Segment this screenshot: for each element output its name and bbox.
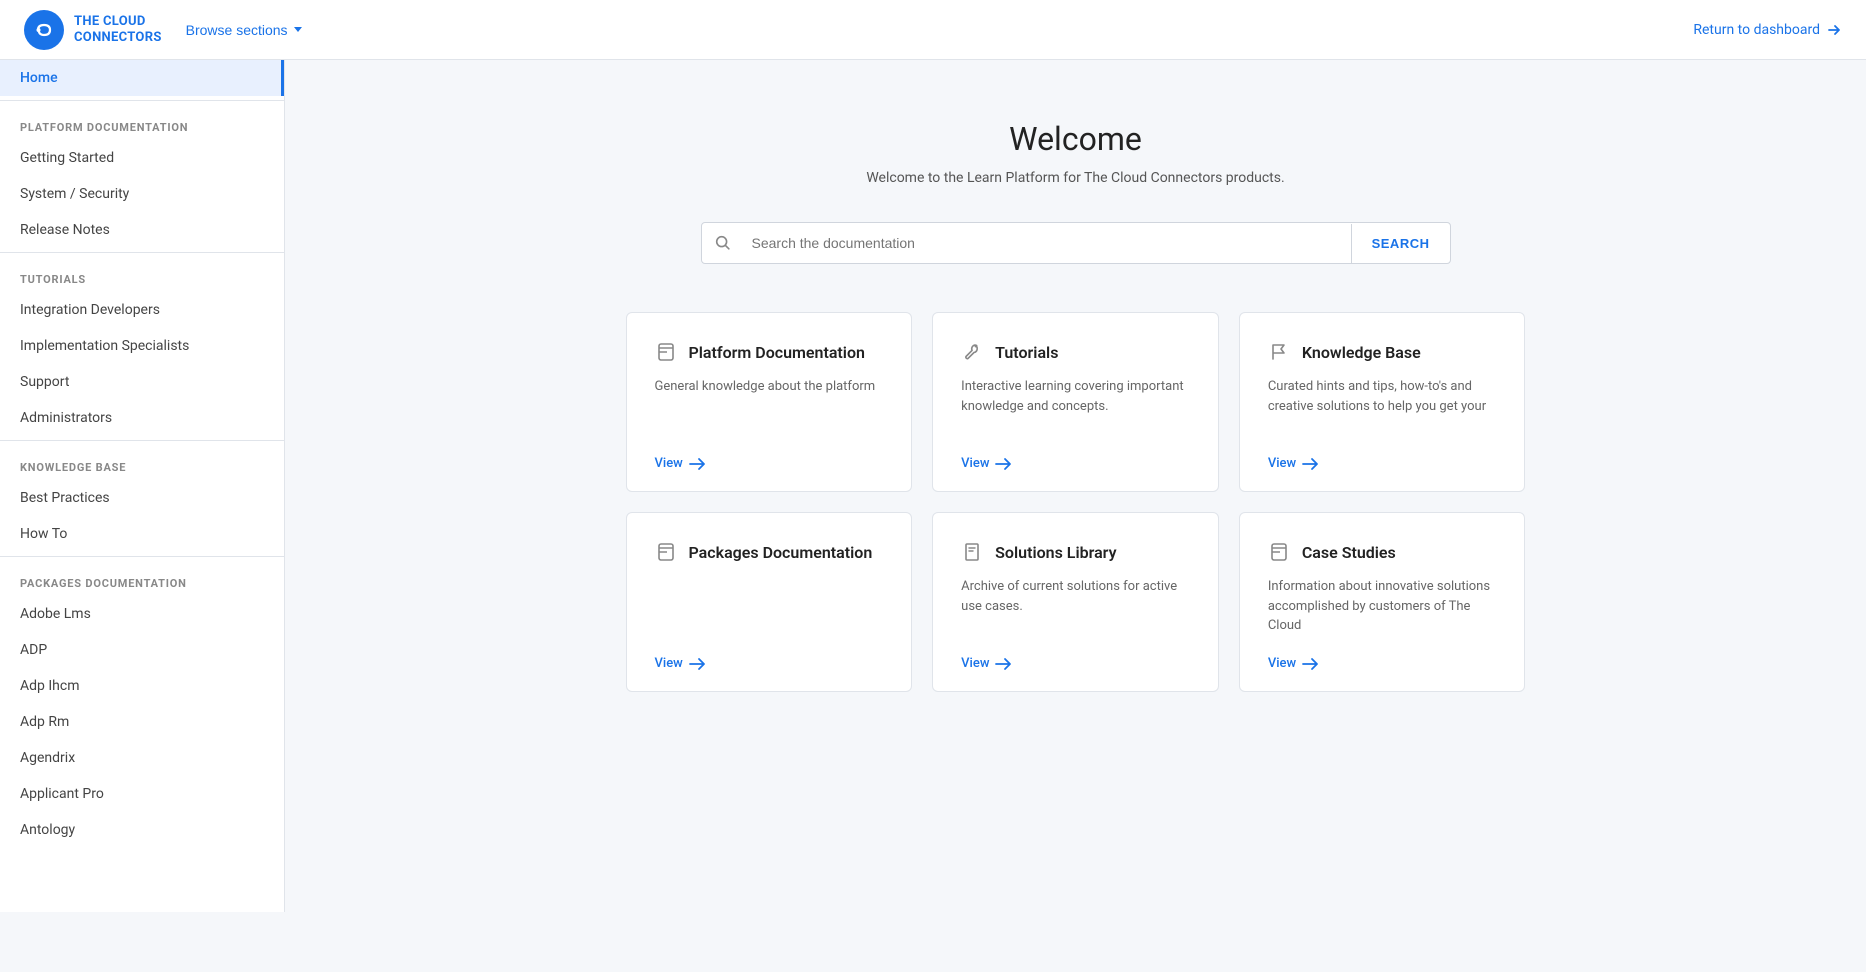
sidebar-item-support[interactable]: Support — [0, 364, 284, 400]
card-icon-knowledge-base — [1268, 341, 1290, 363]
card-icon-platform-documentation — [655, 341, 677, 363]
card-view-label-knowledge-base: View — [1268, 456, 1296, 471]
card-title-platform-documentation: Platform Documentation — [689, 343, 865, 362]
card-footer-packages-documentation[interactable]: View — [655, 656, 884, 671]
cards-grid: Platform Documentation General knowledge… — [626, 312, 1526, 692]
return-dashboard-label: Return to dashboard — [1693, 22, 1820, 38]
card-arrow-case-studies — [1302, 657, 1320, 671]
sidebar-item-antology[interactable]: Antology — [0, 812, 284, 848]
chevron-down-icon — [294, 27, 302, 32]
card-title-solutions-library: Solutions Library — [995, 543, 1116, 562]
sidebar-divider-2 — [0, 252, 284, 253]
sidebar-divider-4 — [0, 556, 284, 557]
header-left: THE CLOUD CONNECTORS Browse sections — [24, 10, 302, 50]
sidebar-divider-3 — [0, 440, 284, 441]
search-button[interactable]: SEARCH — [1351, 224, 1450, 263]
sidebar-item-adp-ihcm[interactable]: Adp Ihcm — [0, 668, 284, 704]
card-title-case-studies: Case Studies — [1302, 543, 1396, 562]
sidebar-item-getting-started[interactable]: Getting Started — [0, 140, 284, 176]
sidebar-item-adp[interactable]: ADP — [0, 632, 284, 668]
welcome-title: Welcome — [1009, 120, 1142, 158]
card-icon-packages-documentation — [655, 541, 677, 563]
card-header-case-studies: Case Studies — [1268, 541, 1497, 563]
card-arrow-tutorials — [995, 457, 1013, 471]
card-arrow-solutions-library — [995, 657, 1013, 671]
card-footer-platform-documentation[interactable]: View — [655, 456, 884, 471]
card-view-label-solutions-library: View — [961, 656, 989, 671]
card-desc-tutorials: Interactive learning covering important … — [961, 377, 1190, 436]
browse-sections-button[interactable]: Browse sections — [186, 22, 302, 38]
card-icon-solutions-library — [961, 541, 983, 563]
sidebar-section-label-3: PACKAGES DOCUMENTATION — [0, 561, 284, 596]
browse-sections-label: Browse sections — [186, 22, 288, 38]
card-desc-case-studies: Information about innovative solutions a… — [1268, 577, 1497, 636]
card-platform-documentation[interactable]: Platform Documentation General knowledge… — [626, 312, 913, 492]
sidebar-divider-1 — [0, 100, 284, 101]
card-case-studies[interactable]: Case Studies Information about innovativ… — [1239, 512, 1526, 692]
card-view-label-packages-documentation: View — [655, 656, 683, 671]
sidebar-item-how-to[interactable]: How To — [0, 516, 284, 552]
logo[interactable]: THE CLOUD CONNECTORS — [24, 10, 162, 50]
card-header-tutorials: Tutorials — [961, 341, 1190, 363]
card-header-knowledge-base: Knowledge Base — [1268, 341, 1497, 363]
card-solutions-library[interactable]: Solutions Library Archive of current sol… — [932, 512, 1219, 692]
card-view-label-case-studies: View — [1268, 656, 1296, 671]
card-packages-documentation[interactable]: Packages Documentation View — [626, 512, 913, 692]
card-title-packages-documentation: Packages Documentation — [689, 543, 873, 562]
card-arrow-packages-documentation — [689, 657, 707, 671]
card-desc-platform-documentation: General knowledge about the platform — [655, 377, 884, 436]
layout: Home PLATFORM DOCUMENTATIONGetting Start… — [0, 60, 1866, 912]
search-container: SEARCH — [701, 222, 1451, 264]
sidebar-item-release-notes[interactable]: Release Notes — [0, 212, 284, 248]
card-title-knowledge-base: Knowledge Base — [1302, 343, 1421, 362]
welcome-subtitle: Welcome to the Learn Platform for The Cl… — [866, 170, 1284, 186]
card-desc-solutions-library: Archive of current solutions for active … — [961, 577, 1190, 636]
header: THE CLOUD CONNECTORS Browse sections Ret… — [0, 0, 1866, 60]
sidebar-section-label-1: TUTORIALS — [0, 257, 284, 292]
card-icon-tutorials — [961, 341, 983, 363]
sidebar-item-system-security[interactable]: System / Security — [0, 176, 284, 212]
card-header-solutions-library: Solutions Library — [961, 541, 1190, 563]
logo-text: THE CLOUD CONNECTORS — [74, 14, 162, 45]
sidebar-item-adobe-lms[interactable]: Adobe Lms — [0, 596, 284, 632]
return-dashboard-link[interactable]: Return to dashboard — [1693, 22, 1842, 38]
sidebar-item-integration-developers[interactable]: Integration Developers — [0, 292, 284, 328]
card-icon-case-studies — [1268, 541, 1290, 563]
card-view-label-platform-documentation: View — [655, 456, 683, 471]
card-title-tutorials: Tutorials — [995, 343, 1058, 362]
card-view-label-tutorials: View — [961, 456, 989, 471]
return-icon — [1826, 22, 1842, 38]
card-arrow-platform-documentation — [689, 457, 707, 471]
sidebar: Home PLATFORM DOCUMENTATIONGetting Start… — [0, 60, 285, 912]
sidebar-item-home[interactable]: Home — [0, 60, 284, 96]
card-arrow-knowledge-base — [1302, 457, 1320, 471]
card-tutorials[interactable]: Tutorials Interactive learning covering … — [932, 312, 1219, 492]
search-input[interactable] — [744, 223, 1351, 263]
sidebar-item-adp-rm[interactable]: Adp Rm — [0, 704, 284, 740]
card-footer-case-studies[interactable]: View — [1268, 656, 1497, 671]
main-content: Welcome Welcome to the Learn Platform fo… — [285, 60, 1866, 912]
sidebar-item-agendrix[interactable]: Agendrix — [0, 740, 284, 776]
sidebar-section-label-0: PLATFORM DOCUMENTATION — [0, 105, 284, 140]
card-desc-knowledge-base: Curated hints and tips, how-to's and cre… — [1268, 377, 1497, 436]
card-footer-tutorials[interactable]: View — [961, 456, 1190, 471]
logo-icon — [24, 10, 64, 50]
card-header-packages-documentation: Packages Documentation — [655, 541, 884, 563]
sidebar-item-implementation-specialists[interactable]: Implementation Specialists — [0, 328, 284, 364]
sidebar-item-administrators[interactable]: Administrators — [0, 400, 284, 436]
card-desc-packages-documentation — [655, 577, 884, 636]
sidebar-section-label-2: KNOWLEDGE BASE — [0, 445, 284, 480]
sidebar-item-applicant-pro[interactable]: Applicant Pro — [0, 776, 284, 812]
card-footer-knowledge-base[interactable]: View — [1268, 456, 1497, 471]
sidebar-item-best-practices[interactable]: Best Practices — [0, 480, 284, 516]
card-header-platform-documentation: Platform Documentation — [655, 341, 884, 363]
search-icon — [702, 234, 744, 252]
card-knowledge-base[interactable]: Knowledge Base Curated hints and tips, h… — [1239, 312, 1526, 492]
card-footer-solutions-library[interactable]: View — [961, 656, 1190, 671]
